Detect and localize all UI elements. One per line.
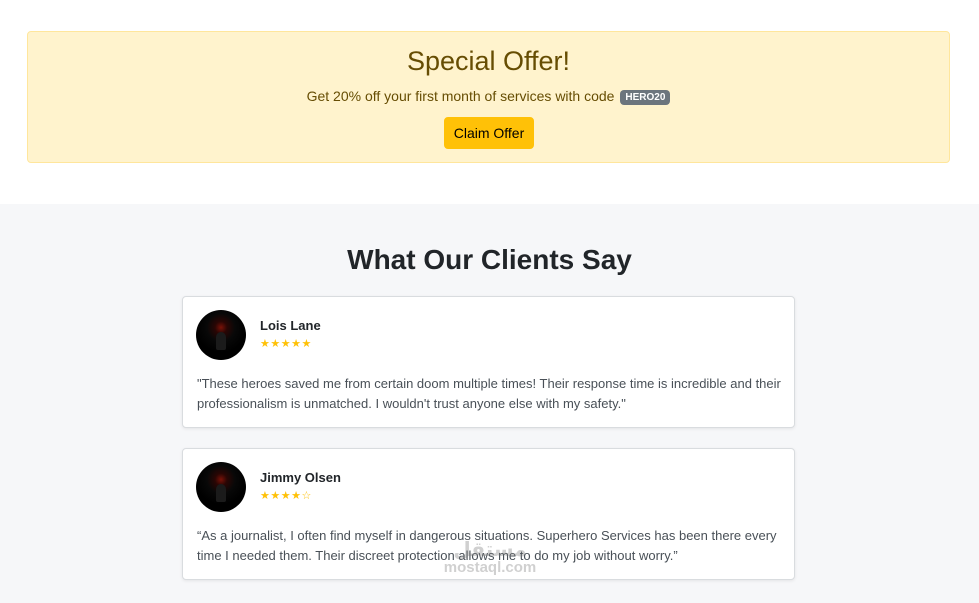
watermark-arabic: مستقل	[453, 537, 527, 561]
client-name: Lois Lane	[260, 318, 321, 333]
testimonial-card: Lois Lane ★★★★★ "These heroes saved me f…	[182, 296, 795, 428]
testimonials-heading: What Our Clients Say	[347, 244, 632, 275]
offer-description: Get 20% off your first month of services…	[28, 88, 949, 105]
avatar	[196, 462, 246, 512]
avatar	[196, 310, 246, 360]
star-rating: ★★★★☆	[260, 490, 312, 502]
watermark: مستقل mostaql.com	[430, 538, 550, 576]
client-name: Jimmy Olsen	[260, 470, 341, 485]
special-offer-alert: Special Offer! Get 20% off your first mo…	[27, 31, 950, 163]
claim-offer-button[interactable]: Claim Offer	[444, 117, 534, 149]
promo-code-badge: HERO20	[620, 90, 671, 105]
testimonial-quote: "These heroes saved me from certain doom…	[197, 376, 781, 411]
offer-title: Special Offer!	[406, 46, 571, 76]
offer-text: Get 20% off your first month of services…	[306, 88, 615, 104]
watermark-latin: mostaql.com	[443, 559, 537, 576]
star-rating: ★★★★★	[260, 338, 312, 350]
offer-section: Special Offer! Get 20% off your first mo…	[0, 0, 979, 204]
